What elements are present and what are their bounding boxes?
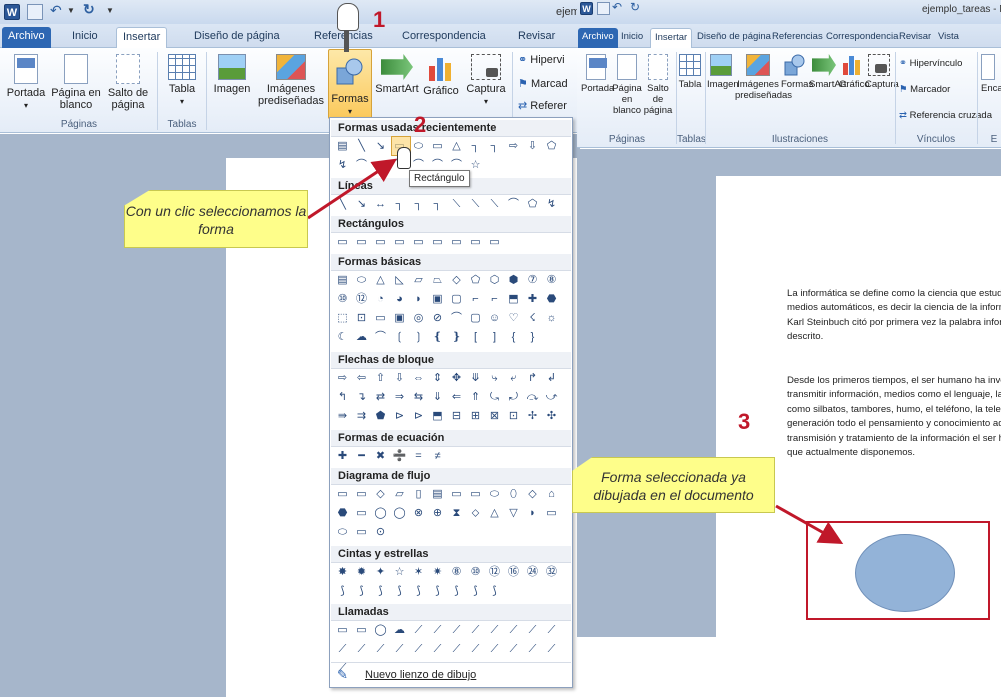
arrow-to-ellipse: [775, 504, 844, 544]
callout-shape-drawn: Forma seleccionada ya dibujada en el doc…: [572, 457, 775, 513]
callout-select-shape: Con un clic seleccionamos la forma: [124, 190, 308, 248]
arrow-to-shape: [307, 158, 397, 220]
step-number-2: 2: [414, 112, 427, 137]
hand-cursor-icon: [397, 147, 411, 169]
cursor-pointer-stem: [344, 30, 349, 52]
step-number-1: 1: [373, 7, 386, 32]
hand-cursor-icon: [337, 3, 359, 31]
annotation-arrows: [307, 158, 844, 544]
step-number-3: 3: [738, 409, 751, 434]
